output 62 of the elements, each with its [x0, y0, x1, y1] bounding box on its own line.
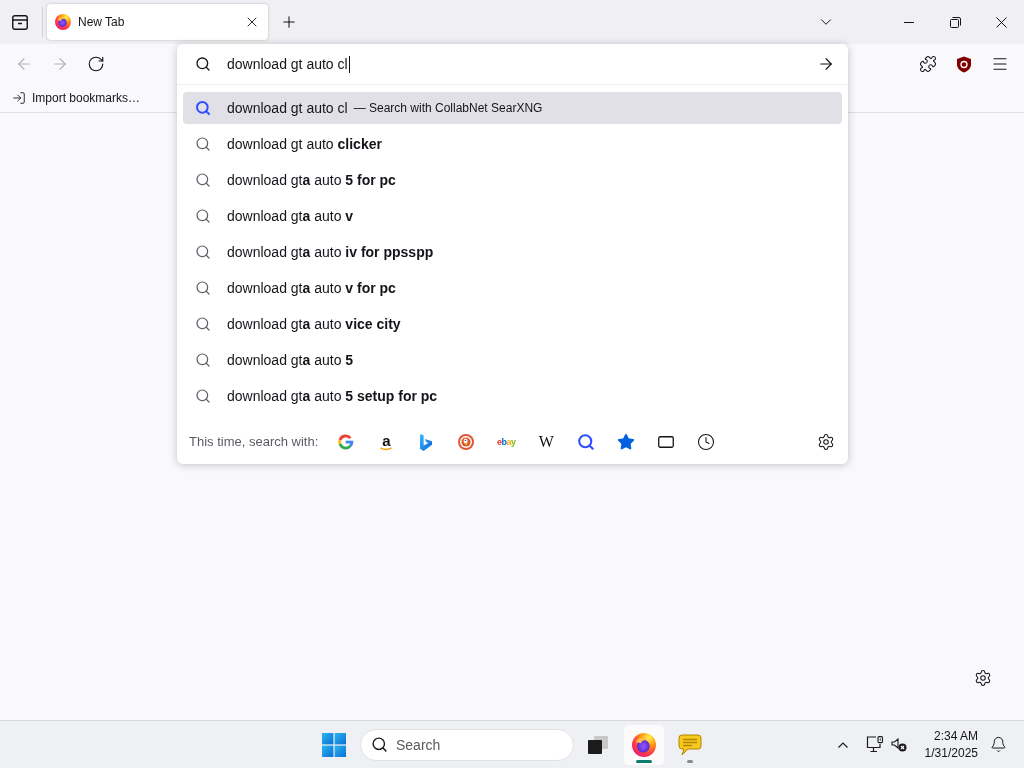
search-engine-button[interactable]: a: [372, 428, 401, 456]
import-icon: [12, 91, 26, 105]
search-input[interactable]: Search: [396, 733, 556, 756]
text-cursor: [348, 55, 350, 73]
restore-icon: [949, 16, 961, 28]
suggestion-row[interactable]: download gta auto vice city: [183, 308, 842, 340]
rectangle-icon: [658, 436, 675, 448]
star-icon: [617, 433, 636, 451]
search-icon: [195, 172, 211, 188]
monitor-icon: [865, 736, 884, 753]
taskbar-search-box[interactable]: Search: [360, 728, 574, 761]
menu-icon: [991, 55, 1009, 73]
box-icon: [12, 14, 28, 30]
browser-tab[interactable]: New Tab: [47, 4, 268, 40]
settings-icon: [817, 433, 835, 451]
suggestion-row[interactable]: download gta auto 5: [183, 344, 842, 376]
b-logo-icon: [420, 433, 433, 451]
puzzle-icon: [919, 55, 937, 73]
reload-icon: [87, 55, 105, 73]
search-icon: [195, 244, 211, 260]
smile-arc-icon: [380, 446, 393, 451]
taskbar-app-button[interactable]: [624, 724, 664, 765]
search-icon: [195, 280, 211, 296]
overlapping-squares-icon: [588, 735, 608, 754]
search-icon: [195, 136, 211, 152]
search-icon: [577, 433, 596, 451]
import-bookmarks-button[interactable]: Import bookmarks…: [10, 86, 143, 110]
search-engine-button[interactable]: W: [532, 428, 561, 456]
suggestion-row[interactable]: download gta auto 5 setup for pc: [183, 380, 842, 412]
suggestion-row[interactable]: download gta auto 5 for pc: [183, 164, 842, 196]
forward-arrow-icon: [51, 55, 69, 73]
search-icon: [195, 56, 211, 72]
settings-icon: [974, 669, 992, 687]
g-logo-icon: [338, 434, 355, 450]
search-engine-button[interactable]: ebay: [492, 428, 521, 456]
search-icon: [195, 352, 211, 368]
chevron-up-icon: [837, 741, 848, 748]
plus-icon: [280, 13, 298, 31]
suggestion-row[interactable]: download gta auto iv for ppsspp: [183, 236, 842, 268]
speech-bubble-icon: [678, 732, 702, 757]
minimize-icon: [904, 21, 914, 23]
arrow-right-icon: [817, 55, 835, 73]
browser-logo-icon: [55, 14, 71, 30]
suggestion-row[interactable]: download gta auto v: [183, 200, 842, 232]
shield-icon: [956, 55, 972, 73]
search-with-label: This time, search with:: [189, 433, 319, 452]
circle-logo-icon: [458, 434, 475, 450]
clock-button[interactable]: 2:34 AM 1/31/2025: [920, 727, 982, 762]
bell-icon: [989, 736, 1007, 753]
search-icon: [195, 208, 211, 224]
browser-logo-icon: [632, 732, 656, 757]
clock-icon: [697, 433, 716, 451]
search-icon: [195, 100, 211, 116]
suggestion-row[interactable]: download gt auto cl — Search with CollabNet SearXNG: [183, 92, 842, 124]
search-icon: [195, 388, 211, 404]
search-icon: [195, 316, 211, 332]
suggestion-row[interactable]: download gt auto clicker: [183, 128, 842, 160]
search-icon: [371, 736, 388, 753]
close-icon: [995, 16, 1007, 28]
speaker-muted-icon: [890, 737, 907, 752]
suggestion-row[interactable]: download gta auto v for pc: [183, 272, 842, 304]
four-squares-icon: [322, 732, 346, 757]
